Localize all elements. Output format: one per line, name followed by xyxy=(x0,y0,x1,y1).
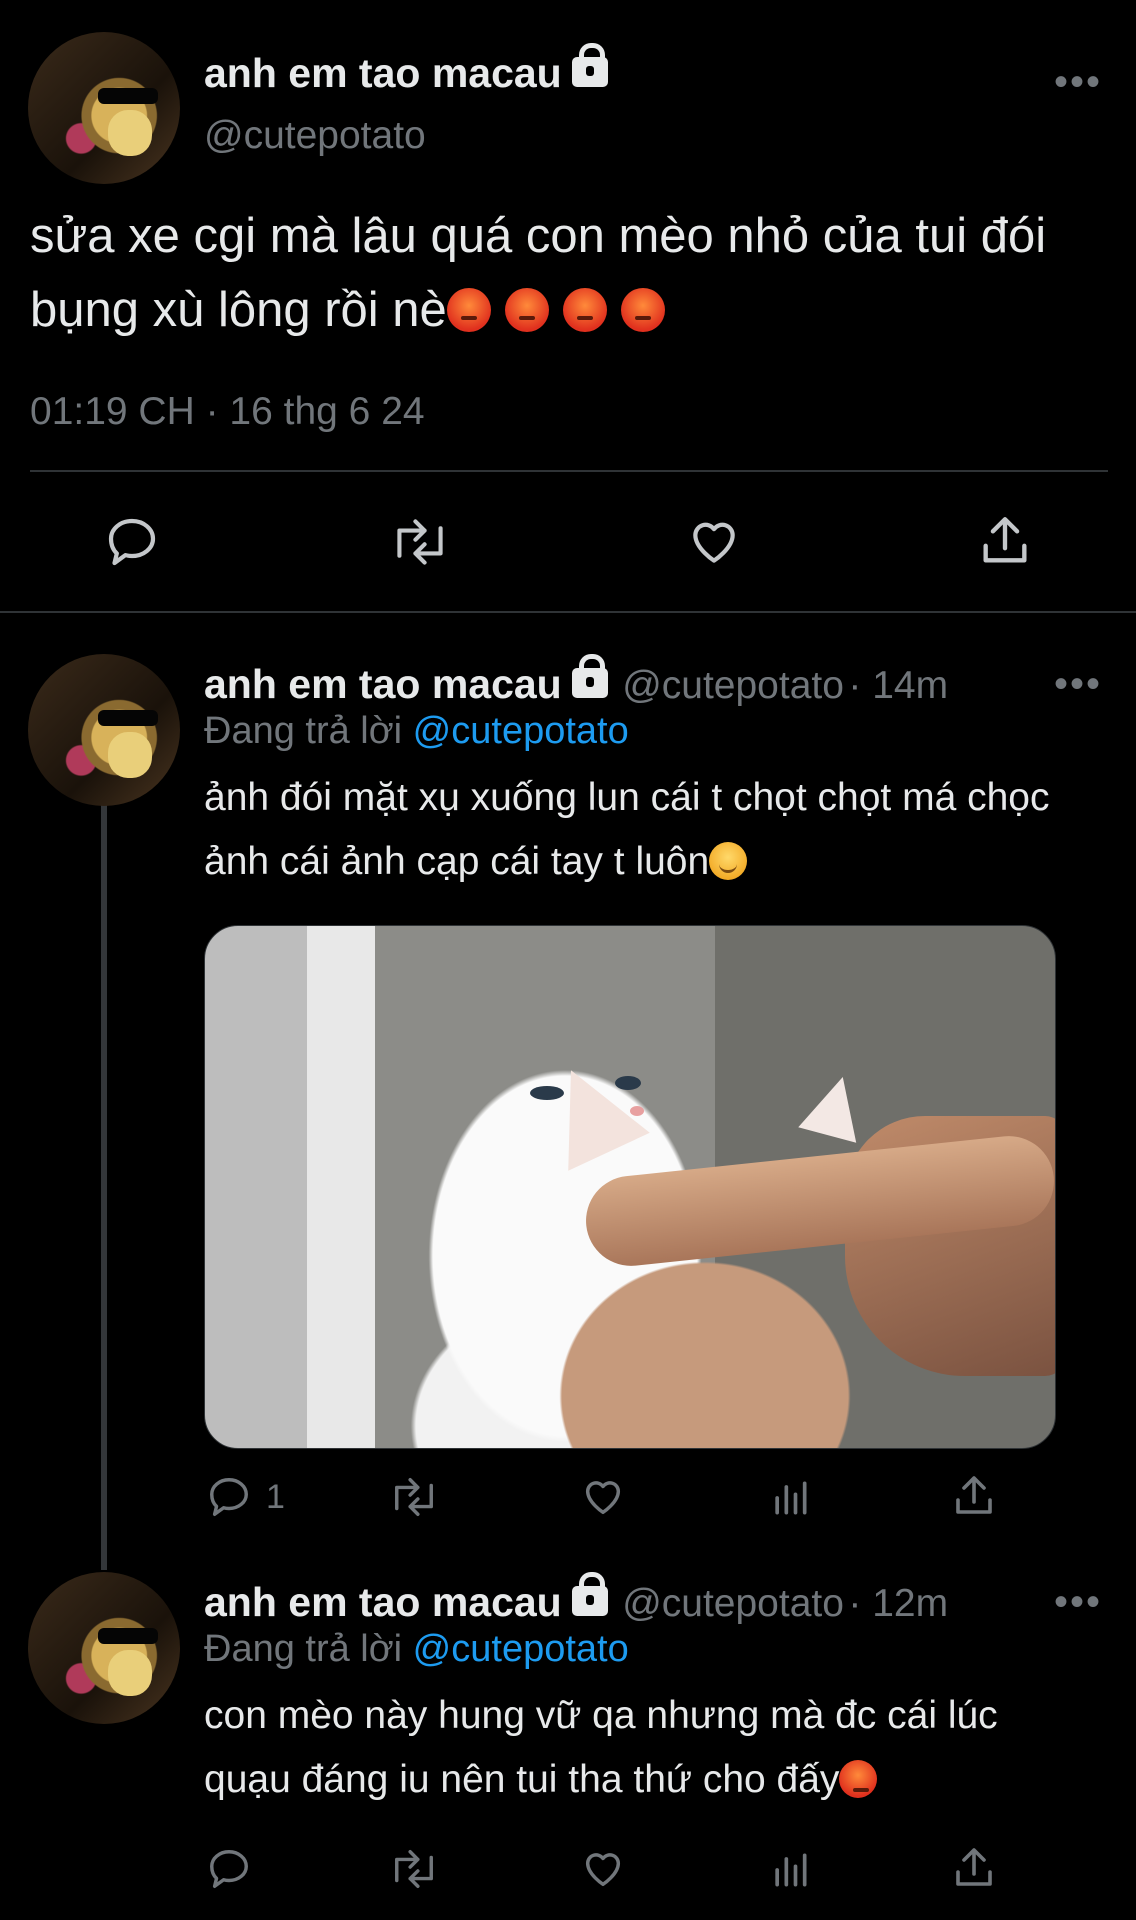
display-name[interactable]: anh em tao macau xyxy=(204,43,608,97)
share-button[interactable] xyxy=(976,512,1034,570)
divider xyxy=(0,611,1136,613)
reply-count: 1 xyxy=(266,1477,285,1516)
display-name[interactable]: anh em tao macau xyxy=(204,661,562,707)
tweet-text: sửa xe cgi mà lâu quá con mèo nhỏ của tu… xyxy=(30,199,1090,347)
heart-icon xyxy=(585,1481,621,1515)
retweet-icon xyxy=(395,1850,433,1888)
retweet-icon xyxy=(395,1478,433,1516)
avatar[interactable] xyxy=(28,654,180,806)
mention-link[interactable]: @cutepotato xyxy=(413,1628,629,1670)
more-icon[interactable]: ••• xyxy=(1054,1582,1102,1622)
retweet-button[interactable] xyxy=(388,514,452,570)
angry-face-emoji xyxy=(446,288,491,332)
reply-icon xyxy=(210,1478,248,1516)
share-button[interactable] xyxy=(950,1472,998,1520)
reply-button[interactable] xyxy=(206,1846,252,1892)
retweet-button[interactable] xyxy=(386,1474,442,1520)
tweet-timestamp[interactable]: 01:19 CH · 16 thg 6 24 xyxy=(30,390,425,434)
views-button[interactable] xyxy=(768,1476,812,1520)
user-handle[interactable]: @cutepotato xyxy=(204,114,426,158)
reply-time[interactable]: · 14m xyxy=(848,664,948,707)
views-icon xyxy=(775,1481,807,1515)
tweet-text: ảnh đói mặt xụ xuống lun cái t chọt chọt… xyxy=(204,766,1084,894)
divider xyxy=(30,470,1108,472)
views-icon xyxy=(775,1853,807,1887)
retweet-icon xyxy=(397,519,443,565)
lock-icon xyxy=(571,43,608,87)
replying-label: Đang trả lời xyxy=(204,710,403,752)
like-button[interactable] xyxy=(684,514,744,570)
tweet-text-content: ảnh đói mặt xụ xuống lun cái t chọt chọt… xyxy=(204,776,1050,883)
display-name-text: anh em tao macau xyxy=(204,50,562,96)
tweet-text-content: con mèo này hung vữ qa nhưng mà đc cái l… xyxy=(204,1694,998,1801)
reply-header: anh em tao macau @cutepotato · 12m xyxy=(204,1572,948,1626)
heart-icon xyxy=(693,522,735,563)
angry-face-emoji xyxy=(562,288,607,332)
lock-icon xyxy=(571,1572,608,1616)
avatar[interactable] xyxy=(28,1572,180,1724)
lock-icon xyxy=(571,654,608,698)
retweet-button[interactable] xyxy=(386,1846,442,1892)
tweet-text: con mèo này hung vữ qa nhưng mà đc cái l… xyxy=(204,1684,1084,1812)
display-name[interactable]: anh em tao macau xyxy=(204,1579,562,1625)
user-handle[interactable]: @cutepotato xyxy=(622,664,844,707)
reply-time[interactable]: · 12m xyxy=(848,1582,948,1625)
reply-header: anh em tao macau @cutepotato · 14m xyxy=(204,654,948,708)
heart-icon xyxy=(585,1853,621,1887)
like-button[interactable] xyxy=(578,1846,628,1892)
share-icon xyxy=(956,1848,992,1886)
reply-button[interactable] xyxy=(104,514,160,570)
reply-icon xyxy=(108,518,156,566)
like-button[interactable] xyxy=(578,1474,628,1520)
replying-to: Đang trả lời @cutepotato xyxy=(204,710,629,753)
angry-face-emoji xyxy=(839,1760,878,1798)
replying-label: Đang trả lời xyxy=(204,1628,403,1670)
user-handle[interactable]: @cutepotato xyxy=(622,1582,844,1625)
mention-link[interactable]: @cutepotato xyxy=(413,710,629,752)
share-button[interactable] xyxy=(950,1844,998,1892)
more-icon[interactable]: ••• xyxy=(1054,664,1102,704)
replying-to: Đang trả lời @cutepotato xyxy=(204,1628,629,1671)
share-icon xyxy=(956,1476,992,1514)
reply-button[interactable]: 1 xyxy=(206,1474,285,1520)
angry-face-emoji xyxy=(620,288,665,332)
views-button[interactable] xyxy=(768,1848,812,1892)
more-icon[interactable]: ••• xyxy=(1054,62,1102,102)
reply-icon xyxy=(210,1850,248,1888)
avatar[interactable] xyxy=(28,32,180,184)
smiling-face-emoji xyxy=(709,842,748,880)
thread-line xyxy=(101,800,107,1570)
tweet-image[interactable] xyxy=(204,925,1056,1449)
share-icon xyxy=(983,517,1027,563)
angry-face-emoji xyxy=(504,288,549,332)
